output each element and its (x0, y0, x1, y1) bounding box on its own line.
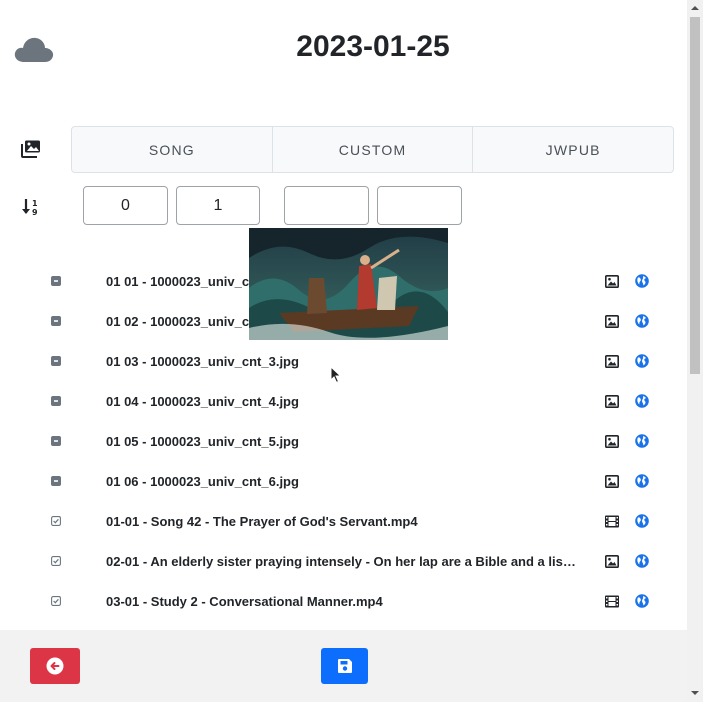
photo-video-icon (21, 140, 40, 158)
checkbox-checked-icon[interactable] (51, 516, 61, 526)
image-icon (605, 275, 619, 288)
media-row[interactable]: 01 04 - 1000023_univ_cnt_4.jpg (0, 382, 687, 422)
checkbox-minus-icon[interactable] (51, 476, 61, 486)
image-preview (249, 228, 448, 340)
media-filename: 01 05 - 1000023_univ_cnt_5.jpg (106, 434, 299, 449)
image-icon (605, 315, 619, 328)
back-button[interactable] (30, 648, 80, 684)
film-icon (605, 515, 619, 528)
globe-icon[interactable] (635, 594, 649, 608)
globe-icon[interactable] (635, 354, 649, 368)
media-filename: 01 06 - 1000023_univ_cnt_6.jpg (106, 474, 299, 489)
media-filename: 03-01 - Study 2 - Conversational Manner.… (106, 594, 383, 609)
image-icon (605, 475, 619, 488)
svg-text:1: 1 (32, 199, 38, 208)
media-filename: 01 03 - 1000023_univ_cnt_3.jpg (106, 354, 299, 369)
checkbox-checked-icon[interactable] (51, 556, 61, 566)
checkbox-minus-icon[interactable] (51, 276, 61, 286)
extra-input-1[interactable] (284, 186, 369, 225)
media-row[interactable]: 01 03 - 1000023_univ_cnt_3.jpg (0, 342, 687, 382)
globe-icon[interactable] (635, 434, 649, 448)
media-filename: 01 04 - 1000023_univ_cnt_4.jpg (106, 394, 299, 409)
tab-song[interactable]: SONG (72, 127, 273, 172)
arrow-left-circle-icon (46, 657, 64, 675)
tab-custom[interactable]: CUSTOM (273, 127, 474, 172)
scroll-up-arrow-icon[interactable] (690, 4, 700, 12)
count-number-input[interactable] (176, 186, 260, 225)
checkbox-minus-icon[interactable] (51, 436, 61, 446)
image-icon (605, 395, 619, 408)
extra-input-2[interactable] (377, 186, 462, 225)
image-icon (605, 555, 619, 568)
page-title: 2023-01-25 (296, 30, 450, 63)
media-row[interactable]: 01-01 - Song 42 - The Prayer of God's Se… (0, 502, 687, 542)
checkbox-minus-icon[interactable] (51, 356, 61, 366)
globe-icon[interactable] (635, 314, 649, 328)
save-button[interactable] (321, 648, 368, 684)
image-icon (605, 355, 619, 368)
tab-jwpub[interactable]: JWPUB (473, 127, 673, 172)
checkbox-minus-icon[interactable] (51, 316, 61, 326)
media-row[interactable]: 01 05 - 1000023_univ_cnt_5.jpg (0, 422, 687, 462)
globe-icon[interactable] (635, 514, 649, 528)
start-number-input[interactable] (83, 186, 168, 225)
page: 2023-01-25 1 9 SONG CUSTOM JWPUB 01 01 -… (0, 0, 687, 702)
checkbox-minus-icon[interactable] (51, 396, 61, 406)
globe-icon[interactable] (635, 274, 649, 288)
media-row[interactable]: 02-01 - An elderly sister praying intens… (0, 542, 687, 582)
media-row[interactable]: 01 06 - 1000023_univ_cnt_6.jpg (0, 462, 687, 502)
media-filename: 01-01 - Song 42 - The Prayer of God's Se… (106, 514, 418, 529)
globe-icon[interactable] (635, 554, 649, 568)
media-source-tabs: SONG CUSTOM JWPUB (71, 126, 674, 173)
scroll-down-arrow-icon[interactable] (690, 689, 700, 697)
image-icon (605, 435, 619, 448)
media-filename: 02-01 - An elderly sister praying intens… (106, 554, 580, 569)
film-icon (605, 595, 619, 608)
mouse-cursor (330, 366, 342, 384)
sort-numeric-icon[interactable]: 1 9 (21, 198, 41, 216)
globe-icon[interactable] (635, 394, 649, 408)
globe-icon[interactable] (635, 474, 649, 488)
media-row[interactable]: 03-01 - Study 2 - Conversational Manner.… (0, 582, 687, 622)
save-icon (337, 659, 352, 673)
checkbox-checked-icon[interactable] (51, 596, 61, 606)
scrollbar-thumb[interactable] (690, 17, 700, 374)
svg-text:9: 9 (32, 208, 38, 216)
